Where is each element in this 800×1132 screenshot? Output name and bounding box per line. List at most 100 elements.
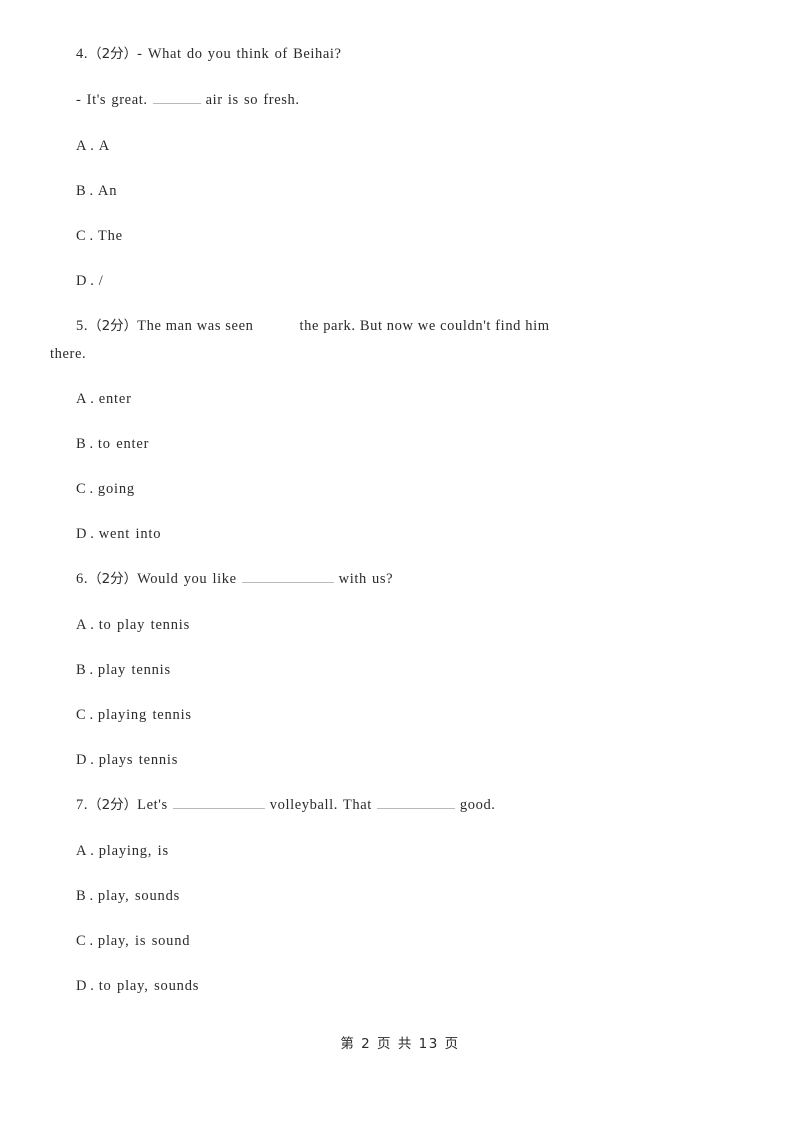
option-letter: C: [76, 933, 87, 949]
option-text: play, is sound: [97, 933, 191, 949]
question-4-text-line2-post: air is so fresh.: [205, 92, 300, 108]
option-text: plays tennis: [98, 752, 179, 768]
option-dot: .: [90, 391, 95, 407]
option-letter: C: [76, 707, 87, 723]
option-dot: .: [89, 707, 94, 723]
option-letter: A: [76, 617, 88, 633]
question-block-6: 6.（2分）Would you like with us? A. to play t…: [50, 565, 752, 774]
question-5-stem: 5.（2分）The man was seen the park. But now …: [50, 312, 752, 340]
option-letter: A: [76, 843, 88, 859]
option-letter: C: [76, 228, 87, 244]
option-text: /: [98, 273, 104, 289]
option-letter: B: [76, 436, 87, 452]
question-6-stem: 6.（2分）Would you like with us?: [50, 565, 752, 593]
option-text: to play tennis: [98, 617, 191, 633]
question-7-text-pre: Let's: [137, 797, 168, 813]
question-7-number: 7.: [76, 797, 89, 813]
option-text: playing tennis: [97, 707, 192, 723]
question-5-score: （2分）: [88, 318, 138, 334]
option-letter: D: [76, 752, 88, 768]
option-letter: A: [76, 138, 88, 154]
option-text: A: [98, 138, 110, 154]
question-4-score: （2分）: [88, 46, 138, 62]
option-text: went into: [98, 526, 162, 542]
document-page: 4.（2分）- What do you think of Beihai? - I…: [0, 0, 800, 1132]
option-text: An: [97, 183, 118, 199]
question-block-7: 7.（2分）Let's volleyball. That good. A. playi…: [50, 791, 752, 1000]
question-4-stem-line2: - It's great. air is so fresh.: [50, 86, 752, 114]
question-6-score: （2分）: [88, 571, 138, 587]
question-5-option-d[interactable]: D. went into: [50, 520, 752, 548]
question-4-number: 4.: [76, 46, 89, 62]
question-6-number: 6.: [76, 571, 89, 587]
question-7-text-post: good.: [459, 797, 496, 813]
question-7-text-mid: volleyball. That: [269, 797, 372, 813]
option-text: The: [97, 228, 123, 244]
question-7-blank-1[interactable]: [172, 795, 265, 809]
option-text: play, sounds: [97, 888, 181, 904]
question-5-number: 5.: [76, 318, 89, 334]
question-7-stem: 7.（2分）Let's volleyball. That good.: [50, 791, 752, 819]
question-5-text-post: the park. But now we couldn't find him: [299, 318, 550, 334]
option-letter: B: [76, 888, 87, 904]
option-dot: .: [89, 436, 94, 452]
question-4-option-b[interactable]: B. An: [50, 177, 752, 205]
page-content: 4.（2分）- What do you think of Beihai? - I…: [50, 40, 752, 1017]
question-4-option-a[interactable]: A.A: [50, 132, 752, 160]
option-dot: .: [89, 662, 94, 678]
question-6-option-d[interactable]: D. plays tennis: [50, 746, 752, 774]
option-dot: .: [90, 752, 95, 768]
option-letter: B: [76, 183, 87, 199]
question-4-option-d[interactable]: D. /: [50, 267, 752, 295]
option-dot: .: [90, 273, 95, 289]
question-block-4: 4.（2分）- What do you think of Beihai? - I…: [50, 40, 752, 295]
question-5-stem-wrap: there.: [50, 346, 87, 362]
question-7-option-b[interactable]: B. play, sounds: [50, 882, 752, 910]
question-6-option-a[interactable]: A. to play tennis: [50, 611, 752, 639]
question-6-text-post: with us?: [338, 571, 394, 587]
option-dot: .: [90, 138, 95, 154]
question-block-5: 5.（2分）The man was seen the park. But now …: [50, 312, 752, 548]
option-dot: .: [90, 843, 95, 859]
question-7-option-d[interactable]: D. to play, sounds: [50, 972, 752, 1000]
question-7-blank-2[interactable]: [376, 795, 455, 809]
question-5-option-c[interactable]: C. going: [50, 475, 752, 503]
option-text: playing, is: [98, 843, 169, 859]
option-letter: D: [76, 273, 88, 289]
option-dot: .: [89, 481, 94, 497]
question-5-blank[interactable]: [253, 320, 299, 330]
question-4-blank[interactable]: [152, 90, 201, 104]
option-dot: .: [90, 978, 95, 994]
option-letter: C: [76, 481, 87, 497]
option-dot: .: [89, 183, 94, 199]
option-letter: A: [76, 391, 88, 407]
question-6-text-pre: Would you like: [137, 571, 237, 587]
question-4-option-c[interactable]: C. The: [50, 222, 752, 250]
option-text: going: [97, 481, 135, 497]
question-5-text-pre: The man was seen: [137, 318, 254, 334]
question-4-text-line1: - What do you think of Beihai?: [137, 46, 342, 62]
option-letter: D: [76, 526, 88, 542]
option-dot: .: [89, 228, 94, 244]
option-dot: .: [89, 933, 94, 949]
option-letter: D: [76, 978, 88, 994]
page-footer: 第 2 页 共 13 页: [340, 1036, 460, 1052]
option-dot: .: [89, 888, 94, 904]
question-5-option-a[interactable]: A. enter: [50, 385, 752, 413]
option-letter: B: [76, 662, 87, 678]
option-text: play tennis: [97, 662, 171, 678]
option-dot: .: [90, 617, 95, 633]
question-6-option-b[interactable]: B. play tennis: [50, 656, 752, 684]
question-6-option-c[interactable]: C. playing tennis: [50, 701, 752, 729]
question-7-option-c[interactable]: C. play, is sound: [50, 927, 752, 955]
question-7-option-a[interactable]: A. playing, is: [50, 837, 752, 865]
question-6-blank[interactable]: [241, 569, 334, 583]
option-text: to enter: [97, 436, 150, 452]
question-7-score: （2分）: [88, 797, 138, 813]
option-dot: .: [90, 526, 95, 542]
question-4-text-line2-pre: - It's great.: [76, 92, 148, 108]
question-5-option-b[interactable]: B. to enter: [50, 430, 752, 458]
option-text: enter: [98, 391, 132, 407]
question-4-stem-line1: 4.（2分）- What do you think of Beihai?: [50, 40, 752, 68]
option-text: to play, sounds: [98, 978, 200, 994]
